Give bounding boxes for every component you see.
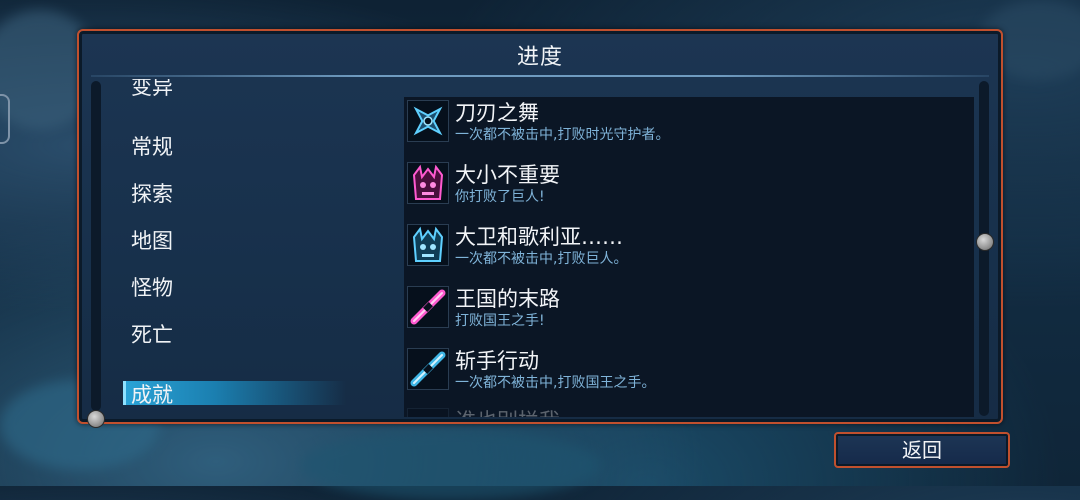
progress-panel: 进度 变异 常规 探索 地图 怪物 死亡 成就 刀刃之舞 一次都不被击中,打败时… <box>77 29 1003 428</box>
list-item[interactable]: 王国的末路 打败国王之手! <box>404 283 974 343</box>
category-item-selected[interactable]: 成就 <box>131 379 173 409</box>
blade-icon <box>407 348 449 390</box>
list-item[interactable]: 刀刃之舞 一次都不被击中,打败时光守护者。 <box>404 97 974 157</box>
category-item[interactable]: 地图 <box>131 225 173 255</box>
giant-skull-icon <box>407 224 449 266</box>
background-glow <box>300 430 600 500</box>
list-item[interactable]: 斩手行动 一次都不被击中,打败国王之手。 <box>404 345 974 405</box>
shuriken-icon <box>407 100 449 142</box>
giant-skull-icon <box>407 162 449 204</box>
list-item[interactable]: 大卫和歌利亚…… 一次都不被击中,打败巨人。 <box>404 221 974 281</box>
achievement-desc: 你打败了巨人! <box>455 189 545 205</box>
achievement-title: 大卫和歌利亚…… <box>455 225 623 249</box>
achievement-title: 刀刃之舞 <box>455 101 539 125</box>
list-item[interactable]: 大小不重要 你打败了巨人! <box>404 159 974 219</box>
blade-icon <box>407 286 449 328</box>
achievement-list[interactable]: 刀刃之舞 一次都不被击中,打败时光守护者。 大小不重要 你打败了巨人! 大卫和歌… <box>404 97 974 417</box>
achievement-desc: 一次都不被击中,打败国王之手。 <box>455 375 656 391</box>
achievement-title: 大小不重要 <box>455 163 560 187</box>
category-item[interactable]: 常规 <box>131 131 173 161</box>
category-item[interactable]: 探索 <box>131 178 173 208</box>
category-scroll-thumb[interactable] <box>87 410 105 428</box>
achievement-desc: 一次都不被击中,打败巨人。 <box>455 251 628 267</box>
achievement-scroll-thumb[interactable] <box>976 233 994 251</box>
achievement-title: 斩手行动 <box>455 349 539 373</box>
list-item[interactable]: 谁也别拦我 <box>404 405 974 417</box>
panel-title: 进度 <box>516 45 563 70</box>
side-tab-handle[interactable] <box>0 94 10 144</box>
achievement-title: 谁也别拦我 <box>455 405 560 417</box>
achievement-desc: 一次都不被击中,打败时光守护者。 <box>455 127 670 143</box>
achievement-title: 王国的末路 <box>455 287 560 311</box>
title-divider <box>91 75 989 77</box>
category-item[interactable]: 死亡 <box>131 319 173 349</box>
return-button[interactable]: 返回 <box>834 432 1010 468</box>
achievement-desc: 打败国王之手! <box>455 313 545 329</box>
category-item[interactable]: 怪物 <box>131 272 173 302</box>
check-icon <box>407 408 449 417</box>
category-scrollbar[interactable] <box>91 81 101 411</box>
